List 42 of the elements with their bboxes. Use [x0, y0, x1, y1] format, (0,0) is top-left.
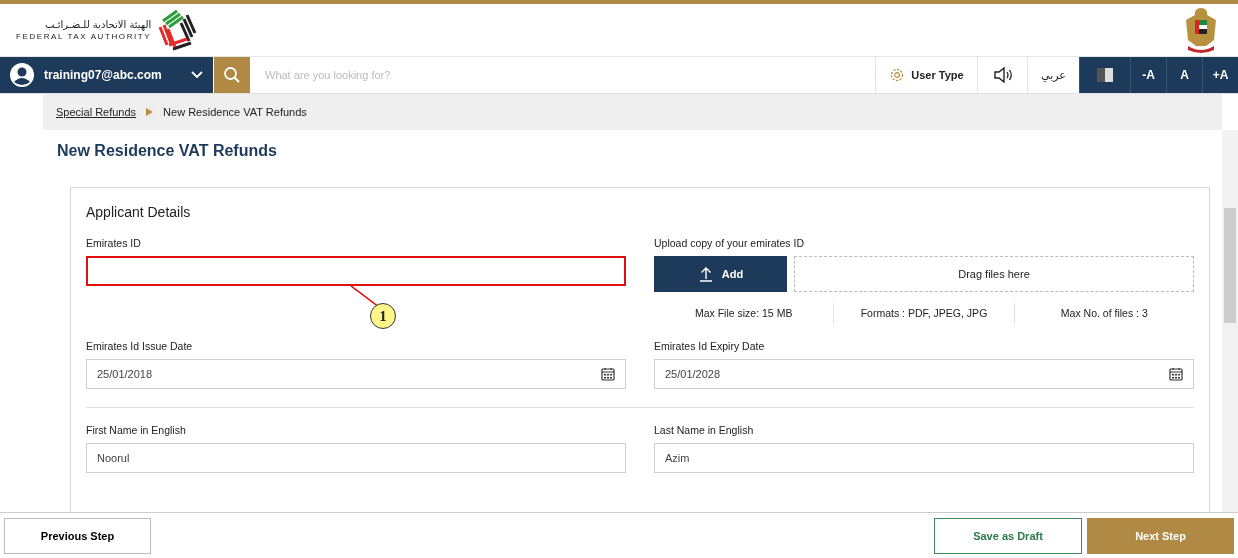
speaker-icon	[992, 67, 1013, 83]
contrast-button[interactable]	[1079, 57, 1130, 93]
search-button[interactable]	[214, 57, 250, 93]
breadcrumb-arrow-icon	[146, 108, 154, 116]
upload-note: Max No. of files : 3	[1013, 303, 1194, 323]
upload-note: Max File size: 15 MB	[693, 306, 794, 321]
logo-arabic-text: الهيئة الاتحادية للـضـرائـب	[44, 19, 152, 30]
input-field[interactable]: 25/01/2018	[86, 359, 626, 389]
previous-step-button[interactable]: Previous Step	[4, 517, 151, 554]
save-draft-button[interactable]: Save as Draft	[934, 517, 1082, 554]
field-label: Emirates Id Expiry Date	[654, 340, 766, 352]
file-drop-zone[interactable]: Drag files here	[794, 256, 1194, 292]
font-size-button[interactable]: A	[1166, 57, 1202, 93]
callout-badge: 1	[370, 303, 396, 329]
input-field[interactable]: Azim	[654, 443, 1194, 473]
field-label: Last Name in English	[654, 424, 755, 436]
search-icon	[223, 66, 241, 84]
input-field[interactable]: Noorul	[86, 443, 626, 473]
contrast-icon	[1096, 67, 1114, 83]
calendar-icon	[1169, 367, 1183, 381]
font-size-button[interactable]: -A	[1130, 57, 1166, 93]
field-label: Emirates Id Issue Date	[86, 340, 194, 352]
field-label: Emirates ID	[86, 237, 142, 249]
input-field[interactable]: 25/01/2028	[654, 359, 1194, 389]
add-file-button[interactable]: Add	[654, 256, 787, 292]
gear-icon	[889, 67, 906, 83]
chevron-down-icon	[191, 71, 203, 79]
upload-icon	[697, 266, 714, 282]
input-field[interactable]	[86, 256, 626, 286]
user-menu[interactable]: training07@abc.com	[0, 57, 213, 93]
field-label: Upload copy of your emirates ID	[654, 237, 805, 249]
breadcrumb-current: New Residence VAT Refunds	[163, 106, 307, 118]
avatar-icon	[10, 63, 34, 87]
section-title: Applicant Details	[86, 204, 192, 220]
scrollbar[interactable]	[1222, 130, 1238, 512]
field-label: First Name in English	[86, 424, 187, 436]
calendar-icon	[601, 367, 615, 381]
font-size-button[interactable]: +A	[1202, 57, 1238, 93]
upload-note: Formats : PDF, JPEG, JPG	[833, 303, 1014, 323]
logo-text: FEDERAL TAX AUTHORITY	[16, 32, 152, 41]
page-title: New Residence VAT Refunds	[57, 142, 278, 160]
breadcrumb-link[interactable]: Special Refunds	[56, 106, 137, 118]
